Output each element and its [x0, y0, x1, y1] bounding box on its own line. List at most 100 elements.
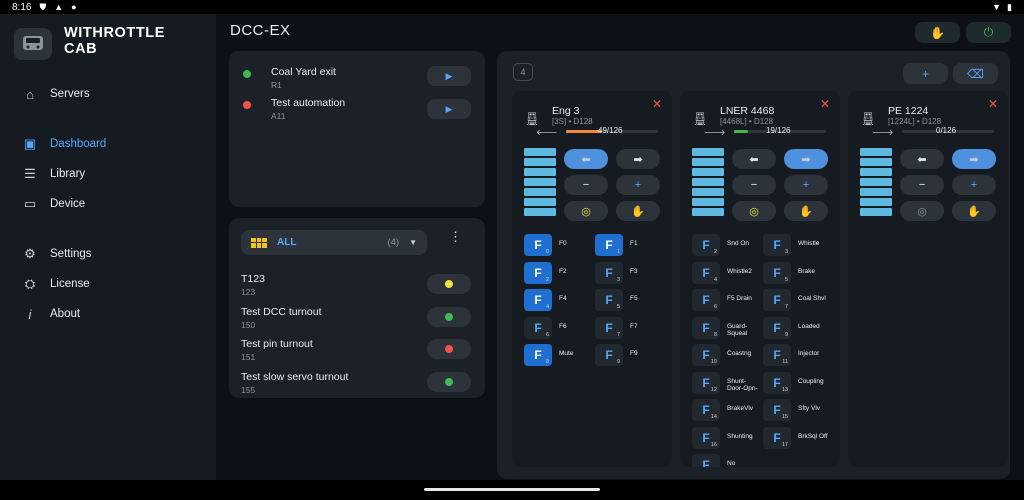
sidebar-item-about[interactable]: i About — [22, 304, 81, 324]
stop-button[interactable]: ✋ — [952, 201, 996, 221]
function-number: 2 — [545, 276, 549, 283]
speed-slider[interactable] — [524, 148, 556, 218]
loco-address: [1224L] • D128 — [888, 117, 942, 126]
sidebar-item-license[interactable]: ⛭ License — [22, 274, 90, 294]
status-dot — [243, 101, 251, 109]
function-button[interactable]: F6 — [692, 289, 720, 311]
function-number: 5 — [616, 304, 620, 310]
notification-icon: ▲ — [54, 2, 64, 12]
direction-indicator-icon: 🡒 — [872, 128, 894, 137]
power-button[interactable]: ⏻ — [966, 22, 1011, 43]
settings-icon: ⚙ — [24, 246, 36, 261]
home-handle[interactable] — [424, 488, 600, 491]
function-button[interactable]: F 10 — [692, 344, 720, 366]
function-button[interactable]: F 17 — [763, 426, 791, 449]
add-throttle-button[interactable]: + — [903, 63, 948, 84]
function-button[interactable]: F7 — [595, 316, 623, 339]
more-options-icon[interactable]: ⋮ — [449, 230, 462, 243]
function-button[interactable]: F 15 — [763, 399, 791, 421]
turnout-toggle-button[interactable] — [427, 307, 471, 327]
function-button[interactable]: F 14 — [692, 399, 720, 421]
function-button[interactable]: F5 — [763, 261, 791, 284]
minus-icon: − — [918, 179, 926, 191]
close-icon[interactable]: ✕ — [988, 97, 998, 111]
sidebar-item-settings[interactable]: ⚙ Settings — [22, 244, 91, 264]
license-icon: ⛭ — [24, 276, 36, 291]
stop-button[interactable]: ✋ — [616, 201, 660, 221]
turnout-filter-dropdown[interactable]: ALL (4) ▼ — [241, 230, 427, 255]
sidebar-item-servers[interactable]: ⌂ Servers — [22, 84, 90, 104]
function-label: F3 — [630, 267, 638, 275]
function-button[interactable]: F9 — [763, 316, 791, 339]
function-button[interactable]: F5 — [595, 289, 623, 311]
speed-decrease-button[interactable]: − — [732, 175, 776, 195]
function-number: 10 — [710, 359, 717, 365]
sidebar-item-library[interactable]: ☰ Library — [22, 164, 85, 184]
function-label: Whistle2 — [727, 267, 752, 275]
function-label: F5 Drain — [727, 295, 752, 302]
emergency-stop-button[interactable]: ✋ — [915, 22, 960, 43]
sidebar-item-dashboard[interactable]: ▣ Dashboard — [22, 134, 106, 154]
function-button[interactable]: F4 — [524, 289, 552, 311]
function-number: 8 — [713, 331, 717, 338]
turnout-toggle-button[interactable] — [427, 274, 471, 294]
stop-button[interactable]: ✋ — [784, 201, 828, 221]
function-button[interactable]: F9 — [595, 344, 623, 366]
turnout-id: 150 — [241, 320, 256, 330]
brake-icon: ◎ — [581, 205, 591, 218]
forward-button[interactable]: ➡ — [616, 149, 660, 169]
function-button[interactable]: F 13 — [763, 371, 791, 394]
arrow-right-icon: ➡ — [969, 153, 979, 166]
function-button[interactable]: F 12 — [692, 371, 720, 394]
reverse-button[interactable]: ⬅ — [900, 149, 944, 169]
brake-button[interactable]: ◎ — [900, 201, 944, 221]
run-automation-button[interactable]: ▶ — [427, 99, 471, 119]
close-icon[interactable]: ✕ — [652, 97, 662, 111]
app-logo-icon — [14, 28, 52, 60]
function-number: 3 — [784, 249, 788, 255]
sidebar-item-device[interactable]: ▭ Device — [22, 194, 85, 214]
brake-button[interactable]: ◎ — [732, 201, 776, 221]
function-button[interactable]: F2 — [524, 261, 552, 284]
function-label: Shunting — [727, 432, 753, 440]
automation-name: Test automation — [271, 97, 346, 109]
function-button[interactable]: F18 — [692, 454, 720, 467]
function-button[interactable]: F3 — [595, 261, 623, 284]
speed-increase-button[interactable]: + — [952, 175, 996, 195]
close-icon[interactable]: ✕ — [820, 97, 830, 111]
speed-decrease-button[interactable]: − — [900, 175, 944, 195]
function-label: F2 — [559, 267, 567, 275]
function-button[interactable]: F8 — [524, 344, 552, 366]
function-button[interactable]: F 16 — [692, 426, 720, 449]
function-button[interactable]: F 11 — [763, 344, 791, 366]
chevron-down-icon: ▼ — [409, 238, 417, 247]
function-button[interactable]: F3 — [763, 234, 791, 256]
turnout-toggle-button[interactable] — [427, 339, 471, 359]
turnout-toggle-button[interactable] — [427, 372, 471, 392]
speed-increase-button[interactable]: + — [784, 175, 828, 195]
speed-decrease-button[interactable]: − — [564, 175, 608, 195]
function-button[interactable]: F0 — [524, 234, 552, 256]
function-button[interactable]: F4 — [692, 261, 720, 284]
function-button[interactable]: F8 — [692, 316, 720, 339]
function-button[interactable]: F1 — [595, 234, 623, 256]
throttle-menu-button[interactable]: ⌫ — [953, 63, 998, 84]
brake-button[interactable]: ◎ — [564, 201, 608, 221]
function-label: F5 — [630, 295, 638, 302]
speed-increase-button[interactable]: + — [616, 175, 660, 195]
list-item: Test DCC turnout 150 — [241, 306, 322, 330]
reverse-button[interactable]: ⬅ — [732, 149, 776, 169]
speed-slider[interactable] — [860, 148, 892, 218]
function-button[interactable]: F7 — [763, 289, 791, 311]
reverse-button[interactable]: ⬅ — [564, 149, 608, 169]
forward-button[interactable]: ➡ — [784, 149, 828, 169]
function-button[interactable]: F2 — [692, 234, 720, 256]
function-button[interactable]: F6 — [524, 316, 552, 339]
status-bar: 8:16 ⛊ ▲ ● ▼ ▮ — [0, 0, 1024, 14]
turnout-state-dot — [445, 378, 453, 386]
speed-slider[interactable] — [692, 148, 724, 218]
function-label: Coupling — [798, 377, 824, 385]
run-automation-button[interactable]: ▶ — [427, 66, 471, 86]
function-number: 14 — [710, 414, 717, 420]
forward-button[interactable]: ➡ — [952, 149, 996, 169]
